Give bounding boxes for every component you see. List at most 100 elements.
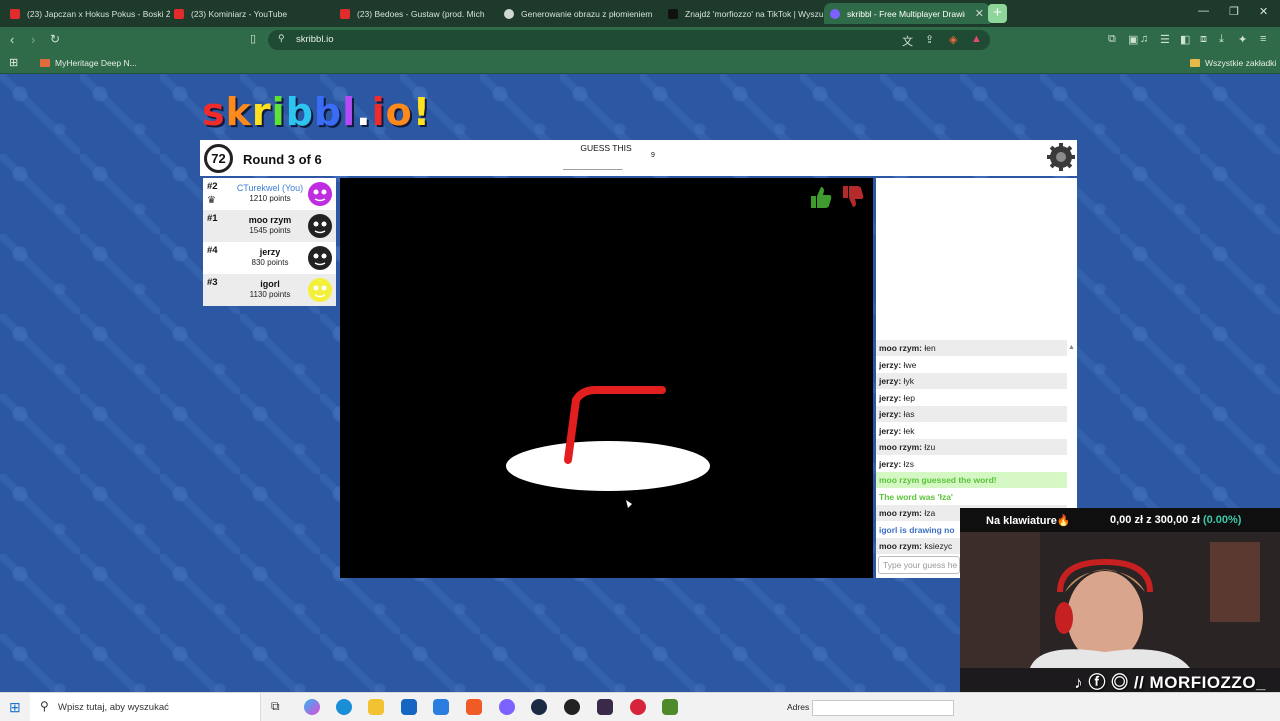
chat-system-text: igorl is drawing no (879, 524, 955, 535)
guess-this-label: GUESS THIS (580, 143, 632, 153)
round-indicator: Round 3 of 6 (243, 152, 322, 167)
logo-letter: o (385, 90, 413, 134)
restore-icon[interactable]: ❐ (1229, 5, 1239, 18)
discord-icon[interactable] (499, 699, 515, 715)
logo-letter: l (342, 90, 357, 134)
thumbs-down-icon[interactable] (840, 184, 866, 210)
player-points: 1545 points (249, 226, 291, 235)
folder-icon (1190, 59, 1200, 67)
tab-tiktok[interactable]: Znajdź 'morfiozzo' na TikTok | Wyszu (664, 3, 824, 24)
chat-user: moo rzym (879, 541, 920, 551)
file-explorer-icon[interactable] (368, 699, 384, 715)
tab-strip: (23) Japczan x Hokus Pokus - Boski Ż (23… (0, 0, 1280, 27)
chat-text: łen (924, 343, 936, 353)
webcam-video (960, 532, 1280, 668)
chat-input[interactable]: Type your guess he (878, 556, 960, 574)
download-icon[interactable]: ⤓ (1219, 33, 1224, 46)
logo-letter: ! (412, 90, 432, 134)
back-icon[interactable]: ‹ (10, 32, 14, 47)
timer-value: 72 (211, 151, 226, 166)
close-window-icon[interactable]: ✕ (1259, 5, 1268, 18)
share-icon[interactable]: ⇪ (925, 33, 934, 46)
timer-clock-icon: 72 (204, 144, 233, 173)
brave-icon[interactable] (466, 699, 482, 715)
music-icon[interactable]: ♫ (1140, 33, 1148, 45)
skribbl-logo: skribbl.io! (202, 90, 431, 134)
chat-text: łyk (903, 376, 914, 386)
screenshot-icon[interactable]: ⧈ (1200, 33, 1207, 46)
new-tab-button[interactable]: + (988, 4, 1007, 23)
minecraft-icon[interactable] (662, 699, 678, 715)
steam-icon[interactable] (531, 699, 547, 715)
chat-message: moo rzym guessed the word! (876, 472, 1067, 488)
donation-amount: 0,00 zł z 300,00 zł (1110, 514, 1200, 526)
leo-icon[interactable]: ✦ (1238, 33, 1247, 46)
word-hint: _________ (563, 157, 623, 170)
task-view-icon[interactable]: ⧉ (271, 699, 280, 714)
tab-youtube-3[interactable]: (23) Bedoes - Gustaw (prod. Mich (336, 3, 496, 24)
scroll-up-icon[interactable]: ▲ (1068, 344, 1075, 351)
player-name: CTurekwel (You) (236, 183, 304, 193)
url-text[interactable]: skribbl.io (296, 34, 334, 45)
chat-message: jerzy: łek (879, 425, 915, 436)
store-icon[interactable] (433, 699, 449, 715)
logo-letter: k (225, 90, 252, 134)
thumbs-up-icon[interactable] (808, 184, 834, 210)
logo-letter: i (271, 90, 286, 134)
edge-icon[interactable] (336, 699, 352, 715)
app-icon[interactable] (630, 699, 646, 715)
settings-gear-icon[interactable] (1046, 142, 1076, 172)
close-tab-icon[interactable]: ✕ (969, 7, 990, 20)
obs-icon[interactable] (564, 699, 580, 715)
wallet-icon[interactable]: ▣ (1128, 33, 1138, 46)
player-points: 830 points (251, 258, 289, 267)
player-rank: #3 (207, 277, 218, 288)
bookmark-all-bookmarks[interactable]: Wszystkie zakładki (1190, 58, 1276, 68)
bookmark-icon[interactable]: ▯ (250, 32, 256, 45)
tab-youtube-1[interactable]: (23) Japczan x Hokus Pokus - Boski Ż (6, 3, 170, 24)
brave-rewards-icon[interactable]: ▲ (971, 33, 982, 45)
drawing-canvas[interactable] (340, 178, 873, 578)
sidebar-icon[interactable]: ◧ (1180, 33, 1190, 46)
player-list: #2 CTurekwel (You) 1210 points ♛ #1 moo rzym 1… (203, 178, 336, 306)
extensions-icon[interactable]: ⧉ (1108, 33, 1116, 46)
reload-icon[interactable]: ↻ (50, 32, 60, 46)
tab-skribbl[interactable]: skribbl - Free Multiplayer Drawin ✕ (824, 3, 990, 24)
chat-message: jerzy: łyk (876, 373, 1067, 389)
forward-icon[interactable]: › (31, 32, 35, 47)
chat-text: łza (924, 508, 936, 518)
cursor-icon (626, 500, 632, 508)
player-row[interactable]: #1 moo rzym 1545 points (203, 210, 336, 242)
player-row[interactable]: #2 CTurekwel (You) 1210 points ♛ (203, 178, 336, 210)
windows-start-icon[interactable]: ⊞ (9, 699, 21, 716)
chat-message: jerzy: łep (879, 392, 915, 403)
copilot-icon[interactable] (304, 699, 320, 715)
tab-image-generation[interactable]: Generowanie obrazu z płomieniem (500, 3, 660, 24)
list-icon[interactable]: ☰ (1160, 33, 1170, 46)
brave-shield-icon[interactable]: ◈ (949, 33, 957, 46)
apps-icon[interactable]: ⊞ (9, 56, 18, 69)
minimize-icon[interactable]: — (1198, 5, 1209, 17)
player-row[interactable]: #3 igorl 1130 points (203, 274, 336, 306)
player-rank: #4 (207, 245, 218, 256)
menu-icon[interactable]: ≡ (1260, 33, 1266, 45)
white-blob-stroke (506, 441, 710, 491)
tab-youtube-2[interactable]: (23) Kominiarz - YouTube (170, 3, 334, 24)
address-toolbar-input[interactable] (812, 700, 954, 716)
player-row[interactable]: #4 jerzy 830 points (203, 242, 336, 274)
site-info-icon[interactable]: ⚲ (278, 33, 285, 44)
logo-letter: s (202, 90, 226, 134)
chat-user: jerzy (879, 376, 899, 386)
chat-message: moo rzym: łzu (876, 439, 1067, 455)
translate-icon[interactable]: 文 (902, 33, 913, 49)
chat-user: jerzy (879, 409, 899, 419)
chat-message: jerzy: łas (876, 406, 1067, 422)
chat-text: łas (903, 409, 915, 419)
outlook-icon[interactable] (401, 699, 417, 715)
chat-text: łep (903, 392, 915, 403)
youtube-icon (340, 8, 350, 19)
game-icon[interactable] (597, 699, 613, 715)
address-bar[interactable] (268, 30, 990, 50)
chat-text: ksiezyc (924, 541, 953, 551)
bookmark-myheritage[interactable]: MyHeritage Deep N... (40, 58, 137, 68)
